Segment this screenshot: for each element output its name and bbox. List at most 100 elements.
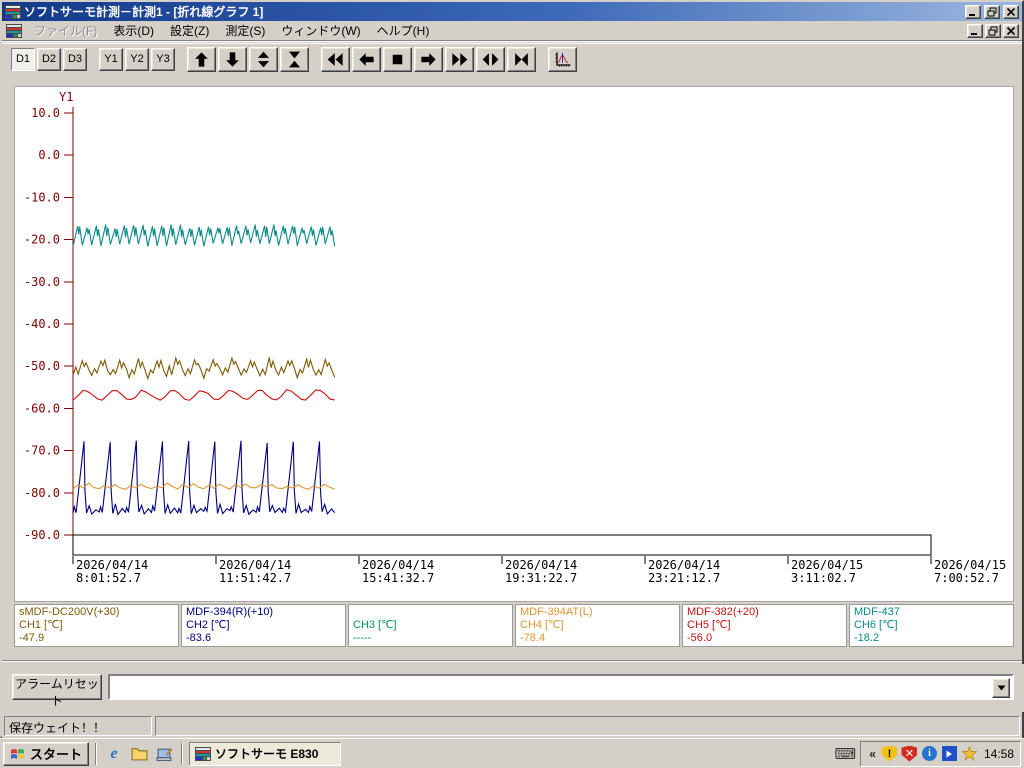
y-axis-3-button[interactable]: Y3: [151, 47, 175, 71]
channel-5-panel[interactable]: MDF-382(+20) CH5 [℃] -56.0: [682, 604, 847, 647]
tray-overflow-chevron[interactable]: «: [867, 747, 878, 761]
start-button-label: スタート: [30, 747, 83, 762]
channel-name: MDF-394(R)(+10): [186, 606, 274, 618]
x-tick-time: 3:11:02.7: [791, 571, 856, 585]
restore-button[interactable]: [984, 4, 1000, 19]
y-tick-label: -20.0: [24, 233, 60, 247]
child-close-button[interactable]: [1003, 23, 1019, 38]
arrow-right-icon: [421, 52, 436, 66]
scroll-down-button[interactable]: [218, 46, 247, 72]
internet-explorer-icon[interactable]: e: [103, 743, 125, 765]
channel-3-panel[interactable]: CH3 [℃] -----: [348, 604, 513, 647]
x-tick-date: 2026/04/14: [362, 558, 434, 572]
menu-item[interactable]: ウィンドウ(W): [273, 19, 368, 42]
expand-x-button[interactable]: [476, 46, 505, 72]
y-axis-title: Y1: [59, 90, 73, 104]
channel-value: -83.6: [186, 632, 212, 644]
y-axis-2-button[interactable]: Y2: [125, 47, 149, 71]
minimize-button[interactable]: [965, 4, 981, 19]
security-error-shield-icon[interactable]: ✕: [901, 745, 918, 762]
channel-legend: sMDF-DC200V(+30) CH1 [℃] -47.9 MDF-394(R)(+…: [14, 604, 1014, 647]
x-tick-date: 2026/04/14: [648, 558, 720, 572]
x-tick-date: 2026/04/15: [791, 558, 863, 572]
chevron-down-icon: [997, 685, 1005, 691]
taskbar-app-button[interactable]: ソフトサーモ E830: [189, 741, 342, 766]
y-axis-1-button[interactable]: Y1: [99, 47, 123, 71]
data-group-3-button[interactable]: D3: [63, 47, 87, 71]
channel-value: -78.4: [520, 632, 546, 644]
toolbar: D1 D2 D3 Y1 Y2 Y3: [2, 43, 1022, 74]
channel-label: CH2 [℃]: [186, 619, 230, 631]
y-tick-label: -30.0: [24, 275, 60, 289]
arrow-left-icon: [359, 52, 374, 66]
channel-name: sMDF-DC200V(+30): [19, 606, 120, 618]
y-tick-label: -40.0: [24, 317, 60, 331]
menu-item[interactable]: 設定(Z): [162, 19, 217, 42]
close-button[interactable]: [1003, 4, 1019, 19]
info-balloon-icon[interactable]: i: [921, 745, 938, 762]
windows-logo-icon: [10, 747, 26, 761]
waveform-ch6: [72, 224, 336, 247]
compress-x-button[interactable]: [507, 46, 536, 72]
expand-y-button[interactable]: [249, 46, 278, 72]
menu-items: ファイル(F) 表示(D) 設定(Z) 測定(S) ウィンドウ(W) ヘルプ(H): [26, 21, 437, 40]
expand-horizontal-icon: [482, 52, 499, 66]
channel-2-panel[interactable]: MDF-394(R)(+10) CH2 [℃] -83.6: [181, 604, 346, 647]
channel-1-panel[interactable]: sMDF-DC200V(+30) CH1 [℃] -47.9: [14, 604, 179, 647]
alarm-reset-button[interactable]: アラームリセット: [12, 674, 102, 708]
y-tick-label: -70.0: [24, 444, 60, 458]
star-icon[interactable]: [961, 745, 978, 762]
keyboard-icon[interactable]: ⌨: [833, 743, 857, 765]
line-graph-icon: [555, 51, 571, 67]
window-title: ソフトサーモ計測－計測1 - [折れ線グラフ 1]: [24, 5, 264, 19]
scroll-up-button[interactable]: [187, 46, 216, 72]
menu-item[interactable]: 表示(D): [105, 19, 162, 42]
alarm-combobox[interactable]: [108, 674, 1014, 700]
channel-name: MDF-394AT(L): [520, 606, 593, 618]
fast-forward-button[interactable]: [445, 46, 474, 72]
menu-item[interactable]: 測定(S): [217, 19, 273, 42]
data-group-1-button[interactable]: D1: [11, 47, 35, 71]
menu-item[interactable]: ファイル(F): [26, 19, 105, 42]
data-group-2-button[interactable]: D2: [37, 47, 61, 71]
stop-button[interactable]: [383, 46, 412, 72]
compress-vertical-icon: [288, 51, 301, 67]
scroll-right-button[interactable]: [414, 46, 443, 72]
waveform-ch1: [72, 355, 336, 381]
app-icon: [5, 4, 21, 19]
status-bar: 保存ウェイト！！: [2, 714, 1022, 738]
channel-4-panel[interactable]: MDF-394AT(L) CH4 [℃] -78.4: [515, 604, 680, 647]
compress-y-button[interactable]: [280, 46, 309, 72]
channel-6-panel[interactable]: MDF-437 CH6 [℃] -18.2: [849, 604, 1014, 647]
taskbar-app-label: ソフトサーモ E830: [215, 747, 319, 761]
y-tick-label: -10.0: [24, 190, 60, 204]
show-desktop-icon[interactable]: [153, 743, 175, 765]
security-warning-shield-icon[interactable]: !: [881, 745, 898, 762]
child-minimize-button[interactable]: [967, 23, 983, 38]
document-window-icon[interactable]: [2, 23, 26, 38]
channel-value: -47.9: [19, 632, 45, 644]
combo-dropdown-button[interactable]: [992, 678, 1010, 698]
channel-value: -56.0: [687, 632, 713, 644]
folder-icon[interactable]: [128, 743, 150, 765]
child-restore-button[interactable]: [985, 23, 1001, 38]
arrow-down-icon: [226, 51, 239, 67]
line-graph: Y1 10.0 0.0 -10.0 -20.0 -30.0 -40.0 -50.0 -60.0 -…: [24, 90, 1006, 585]
alarm-combo-input[interactable]: [110, 676, 1012, 698]
menu-item[interactable]: ヘルプ(H): [369, 19, 438, 42]
channel-label: CH3 [℃]: [353, 619, 397, 631]
divider: [181, 742, 184, 765]
x-tick-time: 23:21:12.7: [648, 571, 720, 585]
graph-settings-button[interactable]: [548, 46, 577, 72]
channel-value: -----: [353, 632, 372, 644]
start-button[interactable]: スタート: [3, 741, 90, 766]
y-tick-label: -80.0: [24, 486, 60, 500]
media-play-icon[interactable]: [941, 745, 958, 762]
desktop: ソフトサーモ計測－計測1 - [折れ線グラフ 1] ファイル(F) 表示(D) 設定…: [0, 0, 1024, 768]
taskbar-clock: 14:58: [983, 746, 1014, 761]
scroll-left-button[interactable]: [352, 46, 381, 72]
fast-backward-button[interactable]: [321, 46, 350, 72]
x-tick-time: 8:01:52.7: [76, 571, 141, 585]
channel-name: MDF-437: [854, 606, 900, 618]
fast-backward-icon: [327, 52, 343, 66]
